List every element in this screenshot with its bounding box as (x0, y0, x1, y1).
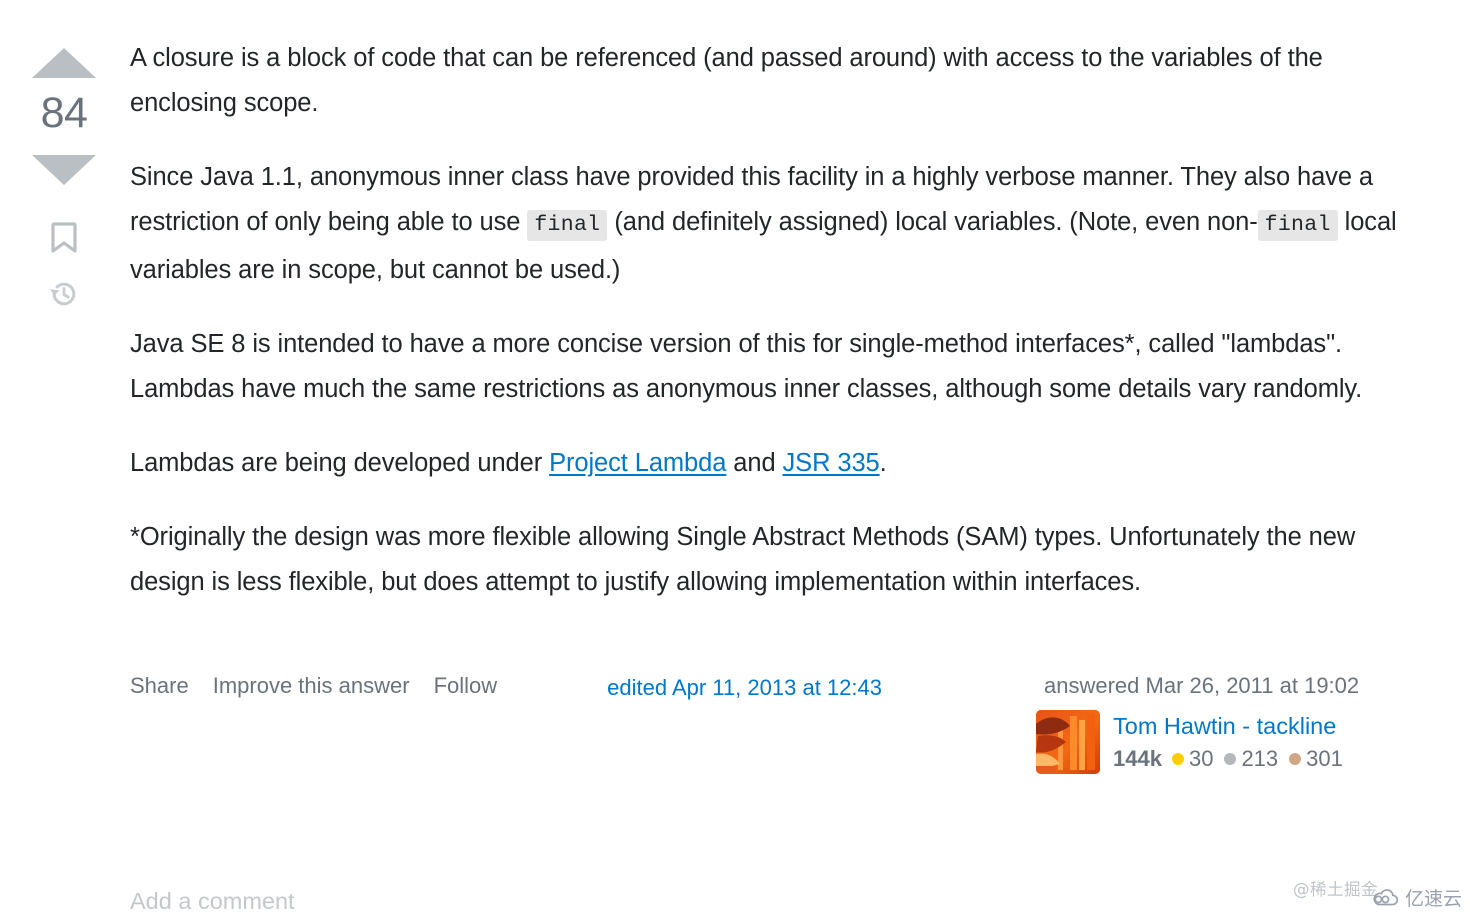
bookmark-icon[interactable] (47, 221, 81, 255)
add-comment-link[interactable]: Add a comment (130, 888, 295, 914)
history-clock-icon[interactable] (47, 277, 81, 311)
user-signature-card: answered Mar 26, 2011 at 19:02 Tom Hawti… (1036, 663, 1400, 774)
paragraph-4: Lambdas are being developed under Projec… (130, 441, 1400, 486)
bronze-badge-count: 301 (1306, 746, 1343, 771)
follow-link[interactable]: Follow (434, 673, 498, 699)
user-reputation-line: 144k 30 213 301 (1113, 746, 1349, 772)
post-menu: Share Improve this answer Follow (130, 663, 497, 699)
inline-code-final-2: final (1257, 210, 1338, 241)
paragraph-5: *Originally the design was more flexible… (130, 515, 1400, 605)
vote-up-icon[interactable] (32, 48, 96, 78)
inline-code-final-1: final (527, 210, 608, 241)
yisu-watermark: 亿速云 (1370, 884, 1462, 911)
user-meta: Tom Hawtin - tackline 144k 30 213 301 (1113, 710, 1349, 772)
share-link[interactable]: Share (130, 673, 189, 699)
cloud-logo-icon (1370, 888, 1400, 907)
improve-answer-link[interactable]: Improve this answer (213, 673, 410, 699)
edited-info: edited Apr 11, 2013 at 12:43 (607, 663, 882, 701)
juejin-watermark: @稀土掘金 (1293, 880, 1378, 899)
paragraph-3-text: Java SE 8 is intended to have a more con… (130, 330, 1363, 403)
silver-badge: 213 (1224, 746, 1278, 772)
yisu-watermark-text: 亿速云 (1404, 888, 1462, 910)
bronze-badge: 301 (1289, 746, 1343, 772)
project-lambda-link[interactable]: Project Lambda (549, 449, 726, 477)
post-footer: Share Improve this answer Follow edited … (130, 663, 1400, 774)
bronze-badge-dot (1289, 753, 1302, 765)
reputation-score: 144k (1113, 746, 1162, 771)
silver-badge-count: 213 (1241, 746, 1279, 771)
answered-timestamp: answered Mar 26, 2011 at 19:02 (1044, 673, 1360, 698)
gold-badge-dot (1171, 753, 1184, 765)
paragraph-2-text-b: (and definitely assigned) local variable… (607, 208, 1258, 236)
post-body: A closure is a block of code that can be… (130, 36, 1400, 605)
paragraph-4-text-b: and (726, 449, 783, 477)
paragraph-4-text-c: . (879, 449, 887, 477)
paragraph-1-text: A closure is a block of code that can be… (130, 44, 1323, 117)
comments-section: Add a comment (130, 888, 295, 915)
avatar[interactable] (1036, 710, 1100, 774)
gold-badge-count: 30 (1188, 746, 1214, 771)
paragraph-3: Java SE 8 is intended to have a more con… (130, 322, 1400, 412)
gold-badge: 30 (1171, 746, 1214, 772)
paragraph-5-text: *Originally the design was more flexible… (130, 523, 1356, 596)
paragraph-4-text-a: Lambdas are being developed under (130, 449, 550, 477)
answer-post: 84 A closure is a block of code that can… (0, 0, 1470, 922)
vote-cell: 84 (0, 0, 128, 922)
user-details: Tom Hawtin - tackline 144k 30 213 301 (1036, 710, 1400, 774)
edited-timestamp-link[interactable]: edited Apr 11, 2013 at 12:43 (607, 675, 882, 700)
jsr-335-link[interactable]: JSR 335 (783, 449, 880, 477)
paragraph-2: Since Java 1.1, anonymous inner class ha… (130, 155, 1400, 293)
user-name-link[interactable]: Tom Hawtin - tackline (1113, 711, 1349, 741)
vote-down-icon[interactable] (32, 155, 96, 186)
post-cell: A closure is a block of code that can be… (128, 0, 1470, 922)
vote-count: 84 (40, 89, 88, 137)
silver-badge-dot (1224, 753, 1237, 765)
paragraph-1: A closure is a block of code that can be… (130, 36, 1400, 126)
